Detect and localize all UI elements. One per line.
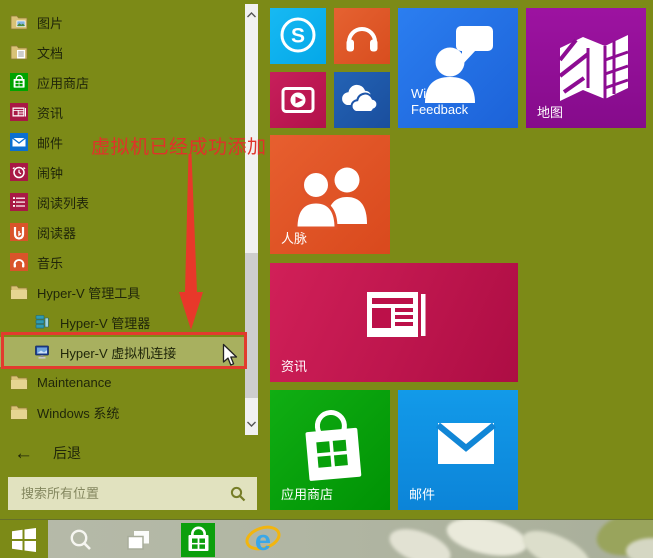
store-icon xyxy=(10,73,28,91)
taskbar: e xyxy=(0,519,653,558)
tile-label: Windows Feedback xyxy=(411,86,487,119)
taskbar-task-view-button[interactable] xyxy=(123,520,153,558)
wallpaper-pebble xyxy=(443,519,530,558)
store-icon xyxy=(181,523,215,557)
tile-label: 地图 xyxy=(537,105,563,121)
sidebar-item-label: 阅读列表 xyxy=(37,193,89,212)
headphones-icon xyxy=(10,253,28,271)
start-screen: 图片 文档 xyxy=(0,0,653,558)
folder-icon xyxy=(10,283,28,301)
news-icon xyxy=(10,103,28,121)
folder-icon xyxy=(10,403,28,421)
tile-windows-feedback[interactable]: Windows Feedback xyxy=(398,8,518,128)
mail-icon xyxy=(10,133,28,151)
video-play-icon xyxy=(270,72,326,128)
sidebar-item-label: 文档 xyxy=(37,43,63,62)
tile-news[interactable]: 资讯 xyxy=(270,263,518,382)
tile-store[interactable]: 应用商店 xyxy=(270,390,390,510)
tile-people[interactable]: 人脉 xyxy=(270,135,390,254)
annotation-highlight-box xyxy=(1,332,247,369)
sidebar-item-maintenance[interactable]: Maintenance xyxy=(0,367,244,397)
taskbar-search-button[interactable] xyxy=(66,520,96,558)
search-input[interactable] xyxy=(8,486,230,501)
sidebar-item-label: 图片 xyxy=(37,13,63,32)
mouse-cursor xyxy=(222,343,240,368)
skype-icon: S xyxy=(270,8,326,64)
sidebar-item-pictures[interactable]: 图片 xyxy=(0,7,244,37)
scroll-up-icon[interactable] xyxy=(245,7,258,23)
sidebar-item-label: 音乐 xyxy=(37,253,63,272)
scrollbar-thumb[interactable] xyxy=(245,253,258,398)
sidebar-item-documents[interactable]: 文档 xyxy=(0,37,244,67)
tile-music[interactable] xyxy=(334,8,390,64)
sidebar-item-label: Windows 系统 xyxy=(37,403,119,422)
newspaper-icon xyxy=(270,263,518,382)
tile-label: 资讯 xyxy=(281,359,307,375)
reader-icon xyxy=(10,223,28,241)
sidebar-item-label: 邮件 xyxy=(37,133,63,152)
tile-label: 邮件 xyxy=(409,487,435,503)
onedrive-clouds-icon xyxy=(334,72,390,128)
start-button[interactable] xyxy=(0,520,48,558)
start-menu-panel: 图片 文档 xyxy=(0,0,653,519)
svg-text:e: e xyxy=(255,525,271,557)
tile-maps[interactable]: 地图 xyxy=(526,8,646,128)
task-view-icon xyxy=(126,529,151,551)
sidebar-item-label: 资讯 xyxy=(37,103,63,122)
sidebar-item-store[interactable]: 应用商店 xyxy=(0,67,244,97)
back-button[interactable]: ← 后退 xyxy=(0,440,258,466)
taskbar-internet-explorer-button[interactable]: e xyxy=(243,520,283,558)
windows-logo-icon xyxy=(11,527,37,553)
scrollbar[interactable] xyxy=(245,4,258,435)
wallpaper-pebble xyxy=(385,522,455,558)
tile-label: 人脉 xyxy=(281,231,307,247)
scroll-down-icon[interactable] xyxy=(245,416,258,432)
tile-onedrive[interactable] xyxy=(334,72,390,128)
folder-icon xyxy=(10,373,28,391)
reading-list-icon xyxy=(10,193,28,211)
pictures-folder-icon xyxy=(10,13,28,31)
documents-folder-icon xyxy=(10,43,28,61)
sidebar-item-label: Maintenance xyxy=(37,375,111,390)
sidebar-item-label: Hyper-V 管理工具 xyxy=(37,283,140,302)
tile-video[interactable] xyxy=(270,72,326,128)
search-icon[interactable] xyxy=(230,486,246,502)
search-box[interactable] xyxy=(8,477,257,510)
tile-mail[interactable]: 邮件 xyxy=(398,390,518,510)
sidebar-item-label: 闹钟 xyxy=(37,163,63,182)
headphones-icon xyxy=(334,8,390,64)
alarm-clock-icon xyxy=(10,163,28,181)
tile-skype[interactable]: S xyxy=(270,8,326,64)
back-label: 后退 xyxy=(53,443,81,463)
search-icon xyxy=(69,528,93,552)
hyperv-manager-icon xyxy=(33,313,51,331)
wallpaper-pebble xyxy=(517,523,595,558)
sidebar-item-label: Hyper-V 管理器 xyxy=(60,313,150,332)
sidebar-item-news[interactable]: 资讯 xyxy=(0,97,244,127)
internet-explorer-icon: e xyxy=(244,522,282,558)
sidebar-item-label: 应用商店 xyxy=(37,73,89,92)
svg-text:S: S xyxy=(291,25,305,48)
sidebar-item-windows-system[interactable]: Windows 系统 xyxy=(0,397,244,427)
annotation-arrow-icon xyxy=(170,152,216,332)
taskbar-store-button[interactable] xyxy=(180,520,216,558)
sidebar-item-label: 阅读器 xyxy=(37,223,76,242)
back-arrow-icon: ← xyxy=(14,444,33,463)
tile-label: 应用商店 xyxy=(281,487,333,503)
